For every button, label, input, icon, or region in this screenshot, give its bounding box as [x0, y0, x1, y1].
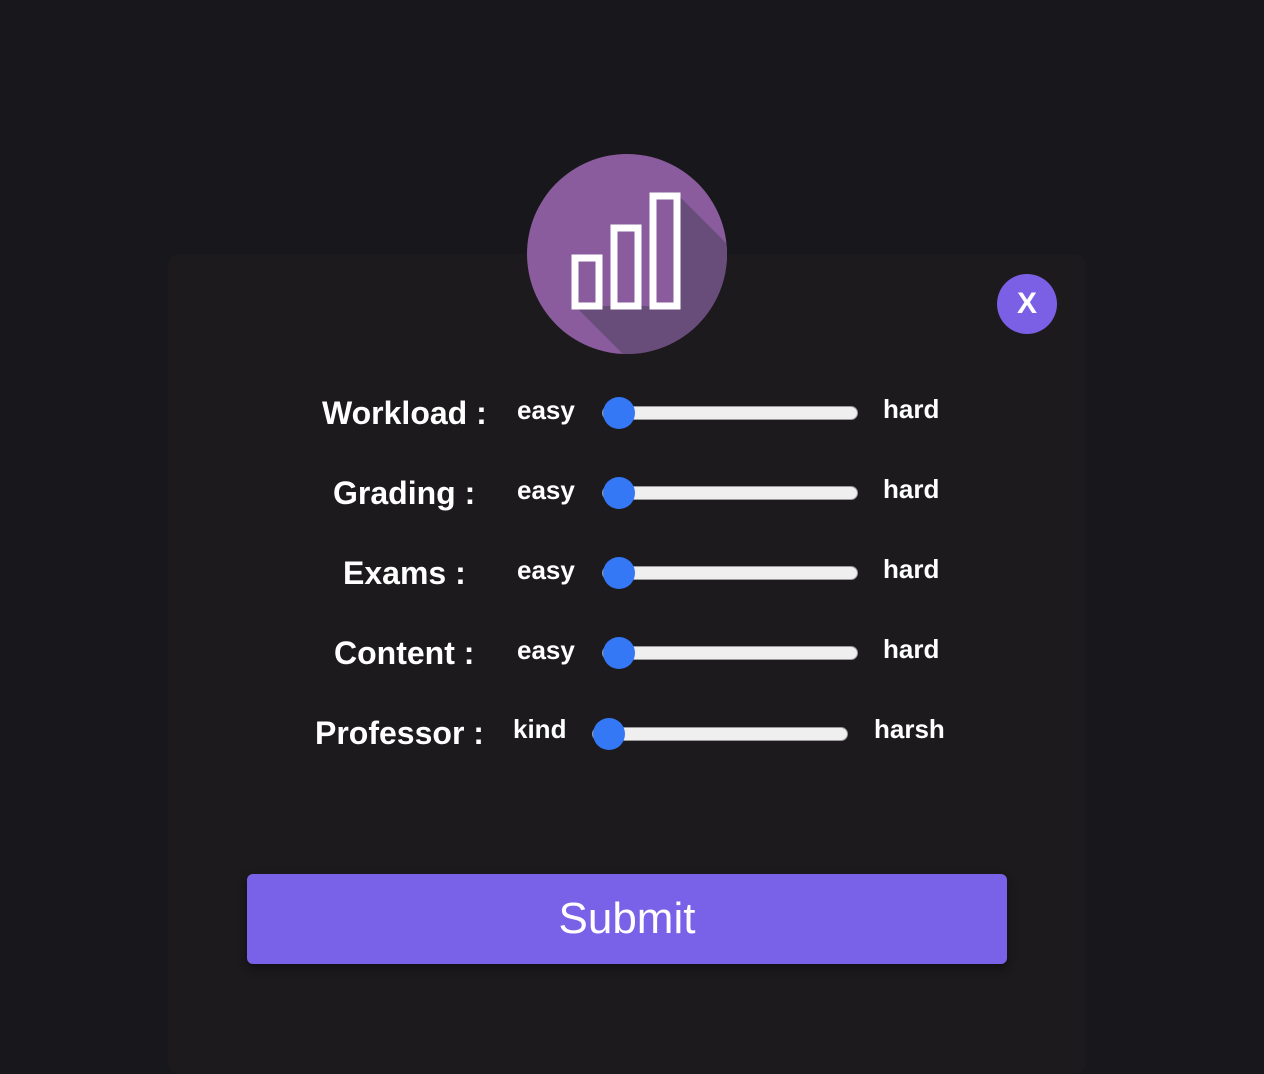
- slider-thumb-professor[interactable]: [593, 718, 625, 750]
- max-label-exams: hard: [883, 554, 940, 584]
- min-label-content: easy: [517, 635, 575, 665]
- rating-label-exams: Exams :: [343, 555, 466, 591]
- min-label-professor: kind: [513, 714, 567, 744]
- rating-label-grading: Grading :: [333, 475, 476, 511]
- min-label-grading: easy: [517, 475, 575, 505]
- slider-thumb-workload[interactable]: [603, 397, 635, 429]
- min-label-exams: easy: [517, 555, 575, 585]
- bar-chart-icon: [527, 154, 727, 354]
- rating-label-content: Content :: [334, 635, 475, 671]
- slider-exams[interactable]: [602, 557, 858, 589]
- max-label-professor: harsh: [874, 714, 945, 744]
- max-label-workload: hard: [883, 394, 940, 424]
- slider-grading[interactable]: [602, 477, 858, 509]
- rating-label-workload: Workload :: [322, 395, 487, 431]
- slider-workload[interactable]: [602, 397, 858, 429]
- min-label-workload: easy: [517, 395, 575, 425]
- max-label-grading: hard: [883, 474, 940, 504]
- slider-thumb-content[interactable]: [603, 637, 635, 669]
- max-label-content: hard: [883, 634, 940, 664]
- slider-thumb-grading[interactable]: [603, 477, 635, 509]
- slider-professor[interactable]: [592, 718, 848, 750]
- close-button[interactable]: X: [997, 274, 1057, 334]
- slider-content[interactable]: [602, 637, 858, 669]
- rating-label-professor: Professor :: [315, 715, 484, 751]
- submit-button[interactable]: Submit: [247, 874, 1007, 964]
- slider-thumb-exams[interactable]: [603, 557, 635, 589]
